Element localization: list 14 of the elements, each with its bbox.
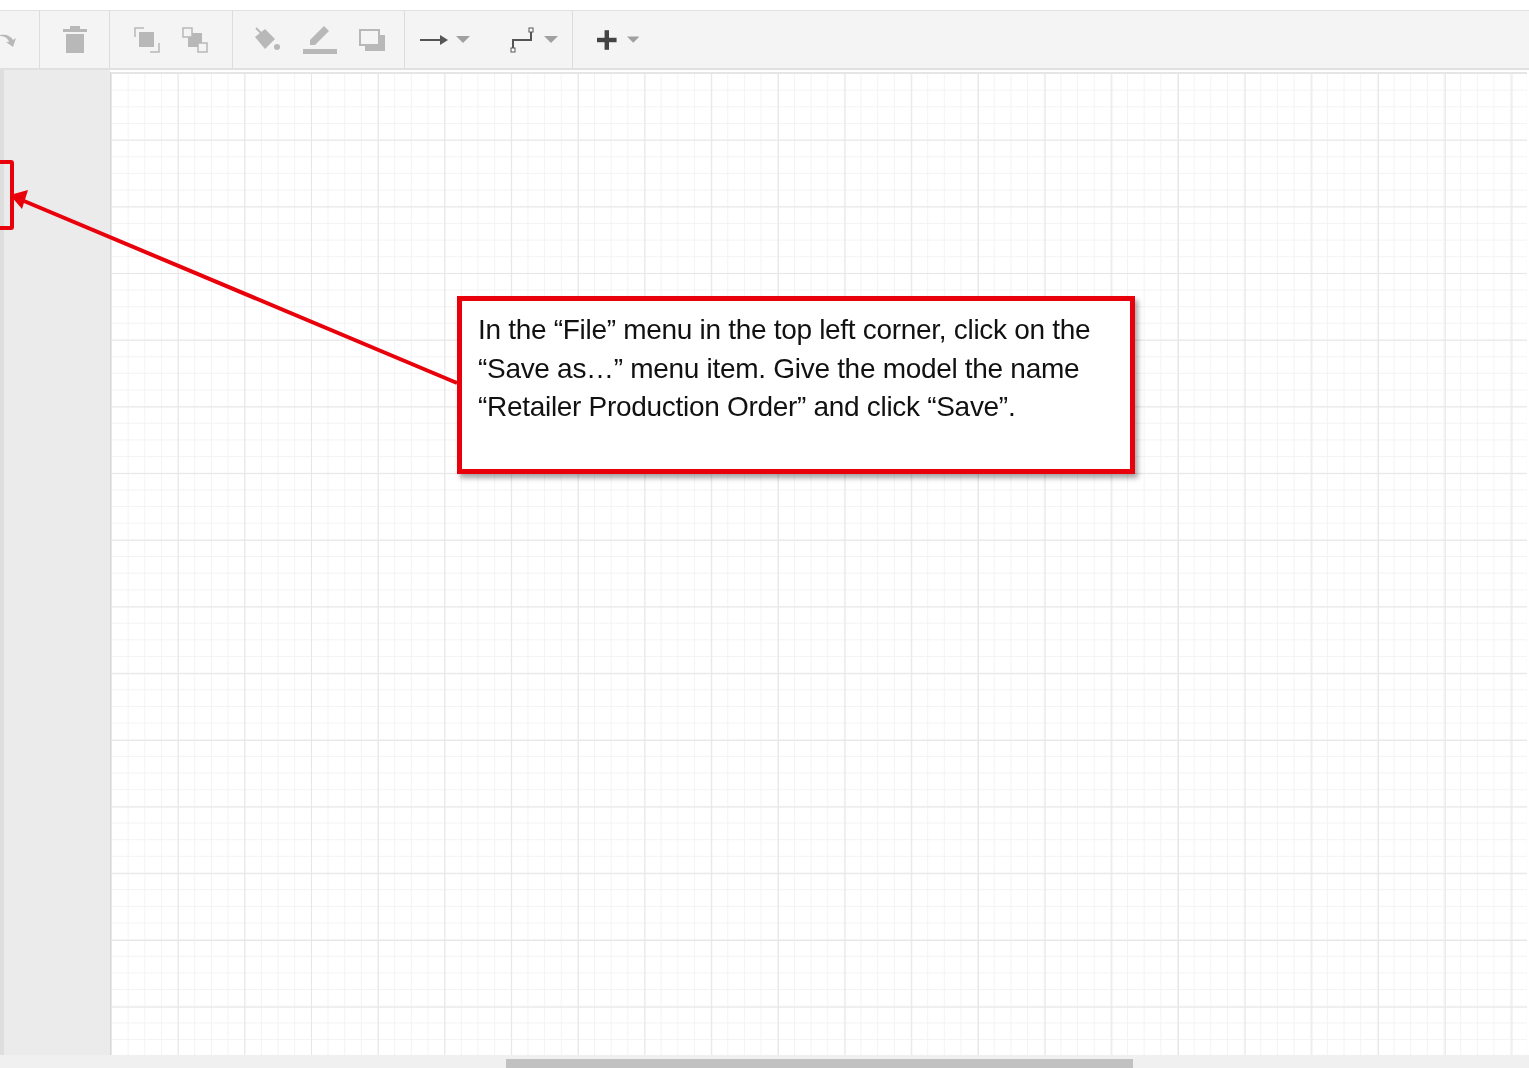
caret-icon[interactable]	[455, 35, 470, 44]
to-back-icon[interactable]	[182, 26, 208, 53]
fill-bucket-icon[interactable]	[252, 26, 281, 53]
shadow-icon[interactable]	[358, 28, 385, 51]
caret-icon[interactable]	[543, 35, 558, 44]
waypoint-connector-icon[interactable]	[509, 26, 536, 53]
caret-icon[interactable]	[626, 35, 639, 44]
scrollbar-thumb[interactable]	[506, 1059, 1133, 1068]
to-front-icon[interactable]	[134, 26, 160, 53]
trash-icon[interactable]	[62, 26, 87, 53]
plus-icon[interactable]	[597, 28, 617, 51]
callout-text: In the “File” menu in the top left corner, click on the “Save as…” menu item. Give the model the name “Retailer Production Order” and click “Save”.	[478, 313, 1092, 424]
arrow-icon[interactable]	[419, 33, 448, 46]
pencil-icon[interactable]	[302, 25, 337, 54]
